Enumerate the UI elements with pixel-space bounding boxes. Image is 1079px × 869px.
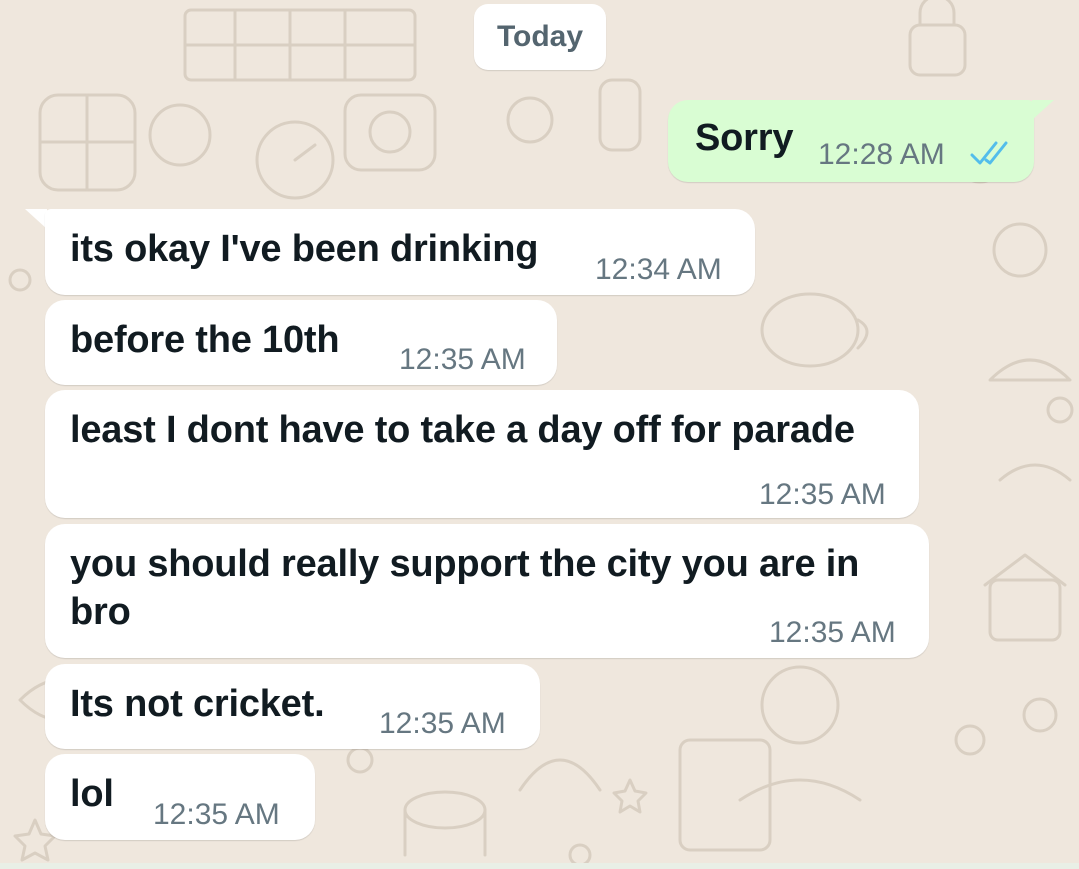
date-chip: Today bbox=[474, 4, 606, 70]
message-timestamp: 12:35 AM bbox=[399, 343, 526, 376]
incoming-message-bubble[interactable]: its okay I've been drinking 12:34 AM bbox=[45, 209, 755, 295]
message-text: Its not cricket. bbox=[70, 683, 325, 725]
message-text: Sorry bbox=[695, 117, 794, 159]
incoming-bubble-tail bbox=[25, 209, 47, 229]
message-text: least I dont have to take a day off for … bbox=[70, 409, 855, 451]
outgoing-message-bubble[interactable]: Sorry 12:28 AM bbox=[668, 100, 1034, 182]
incoming-message-bubble[interactable]: lol 12:35 AM bbox=[45, 754, 315, 840]
double-check-read-icon bbox=[970, 141, 1008, 165]
message-timestamp: 12:35 AM bbox=[769, 616, 896, 649]
message-timestamp: 12:35 AM bbox=[759, 478, 886, 511]
message-timestamp: 12:35 AM bbox=[379, 707, 506, 740]
incoming-message-bubble[interactable]: before the 10th 12:35 AM bbox=[45, 300, 557, 385]
bottom-edge bbox=[0, 863, 1079, 869]
message-timestamp: 12:35 AM bbox=[153, 798, 280, 831]
outgoing-bubble-tail bbox=[1032, 100, 1054, 120]
message-timestamp: 12:34 AM bbox=[595, 253, 722, 286]
message-text: its okay I've been drinking bbox=[70, 228, 539, 270]
incoming-message-bubble[interactable]: you should really support the city you a… bbox=[45, 524, 929, 658]
message-text: before the 10th bbox=[70, 319, 340, 361]
chat-conversation[interactable]: Today Sorry 12:28 AM its okay I've been … bbox=[0, 0, 1079, 869]
incoming-message-bubble[interactable]: least I dont have to take a day off for … bbox=[45, 390, 919, 518]
date-chip-label: Today bbox=[496, 20, 584, 53]
message-timestamp: 12:28 AM bbox=[818, 138, 945, 171]
message-text: lol bbox=[70, 773, 114, 815]
incoming-message-bubble[interactable]: Its not cricket. 12:35 AM bbox=[45, 664, 540, 749]
